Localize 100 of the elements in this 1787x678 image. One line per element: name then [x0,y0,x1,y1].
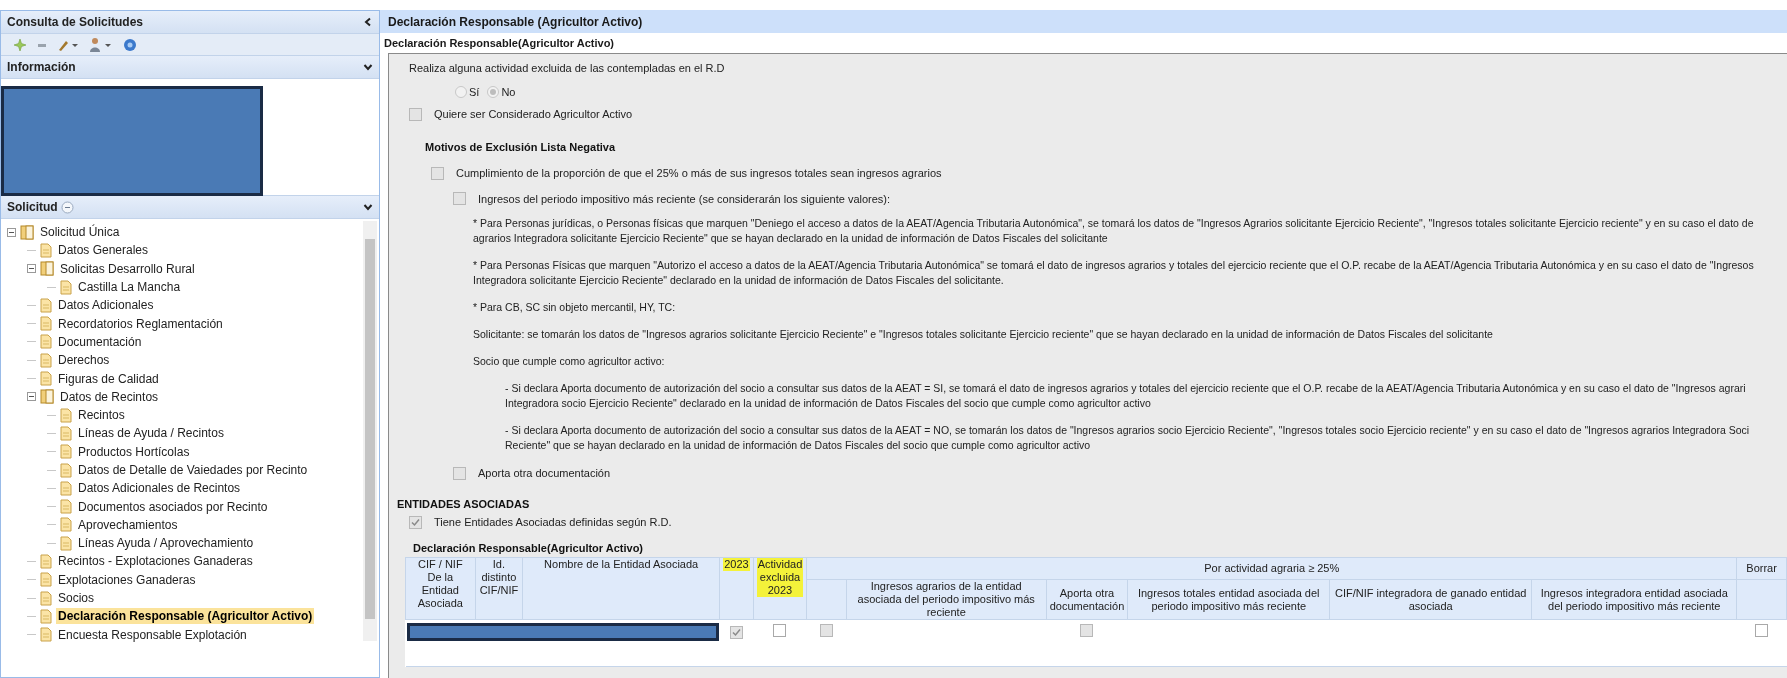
column-header: Actividad excluida 2023 [756,558,804,597]
radio-button[interactable] [455,85,467,98]
document-icon [60,407,72,423]
section-heading: Motivos de Exclusión Lista Negativa [425,139,617,155]
chevron-down-icon[interactable] [363,62,373,72]
collapse-icon[interactable] [27,264,36,274]
chevron-down-icon[interactable] [363,202,373,212]
column-header: Id. distinto CIF/NIF [478,558,520,597]
document-icon [60,444,72,460]
tree-item[interactable]: Explotaciones Ganaderas [56,571,198,588]
note-text: Socio que cumple como agricultor activo: [473,354,666,369]
tree-item[interactable]: Líneas de Ayuda / Recintos [76,425,226,442]
document-icon [40,572,52,588]
column-header: Ingresos integradora entidad asociada del periodo impositivo más reciente [1540,586,1728,612]
question-text: Realiza alguna actividad excluida de las contempladas en el R.D [409,61,726,76]
document-icon [60,480,72,496]
tree-item[interactable]: Solicitud Única [38,224,122,241]
checkbox[interactable] [409,515,422,529]
panel-title: Consulta de Solicitudes [7,14,144,31]
checkbox-label: Ingresos del periodo impositivo más reciente (se considerarán los siguiente valores): [478,191,891,207]
sparkle-icon[interactable] [13,37,27,52]
note-text: Solicitante: se tomarán los datos de "Ingresos agrarios solicitante Ejercicio Reciente" e "Ingresos totales solicitante Ejercicio reciente" que se hayan declarado en la unidad de información de Datos Fiscales del solicitante [473,327,1494,342]
radio-label: Sí [469,84,480,100]
page-title: Declaración Responsable (Agricultor Activo) [388,13,643,31]
note-text: * Para Personas Físicas que marquen "Autorizo el acceso a datos de la AEAT/Agencia Tributaria Autonómica" se tomará el dato de ingresos agrarios y totales del ejercicio reciente que el O.P. recabe de la AEAT/Agencia Tributaria Autonómica y en su caso el dato de "Ingresos Integradora solicitante Ejercicio Reciente" declarado en la unidad de información de Datos Fiscales del solicitante. [473,258,1755,288]
note-text: * Para CB, SC sin objeto mercantil, HY, TC: [473,300,677,315]
checkbox[interactable] [773,624,787,637]
tree-item[interactable]: Datos Generales [56,242,151,259]
column-header: CIF/NIF integradora de ganado entidad asociada [1335,586,1527,612]
document-icon [40,608,52,624]
column-header: Borrar [1746,562,1777,574]
column-header: Aporta otra documentación [1049,586,1125,612]
document-icon [40,590,52,606]
tree-item[interactable]: Derechos [56,352,112,369]
section-heading: ENTIDADES ASOCIADAS [397,496,531,512]
folder-icon [40,389,54,405]
column-header: CIF / NIF De la Entidad Asociada [416,558,464,610]
document-icon [40,371,52,386]
document-icon [60,535,72,551]
tree-item[interactable]: Documentación [56,333,144,350]
tree-item[interactable]: Documentos asociados por Recinto [76,498,270,515]
person-icon[interactable] [89,36,113,53]
checkbox[interactable] [453,192,466,206]
tree-item[interactable]: Declaración Responsable (Agricultor Activo) [56,608,315,625]
document-icon [60,425,72,441]
document-icon [40,334,52,350]
column-header: Nombre de la Entidad Asociada [543,558,700,571]
collapse-icon[interactable] [7,227,16,237]
document-icon [40,242,52,258]
document-icon [40,352,52,368]
checkbox-label: Quiere ser Considerado Agricultor Activo [434,107,633,122]
column-header: Ingresos totales entidad asociada del periodo impositivo más reciente [1137,586,1320,612]
column-header: 2023 [723,558,750,571]
document-icon [40,554,52,569]
tree-item[interactable]: Recordatorios Reglamentación [56,315,225,332]
note-text: * Para Personas jurídicas, o Personas físicas que marquen "Deniego el acceso a datos de la AEAT/Agencia Tributaria Autonómica", se tomará los datos de "Ingresos Agrarios solicitante Ejercicio Reciente", "Ingresos totales solicitante Ejercicio reciente" y en su caso el dato de agrarios Integradora solicitante Ejercicio Reciente" que se hayan declarado en la unidad de información de Datos Fiscales del solicitante [473,216,1755,246]
checkbox[interactable] [431,166,444,180]
checkbox-label: Tiene Entidades Asociadas definidas según R.D. [434,515,672,530]
tree-item[interactable]: Datos Adicionales [56,297,156,314]
collapse-icon[interactable] [363,17,373,27]
note-text: - Si declara Aporta documento de autorización del socio a consultar sus datos de la AEAT = SI, se tomará el dato de ingresos agrarios y totales del ejercicio reciente que el O.P. recabe de la AEAT/Agencia Tributaria Autonómica y en su caso el dato de "Ingresos agrari Integradora socio Ejercicio Reciente" declarado en la unidad de información de Datos Fiscales del socio que cumple como agricultor activo [505,381,1747,411]
tree-item[interactable]: Recintos - Explotaciones Ganaderas [56,553,255,570]
tree-item[interactable]: Datos de Recintos [58,388,161,405]
tree-item[interactable]: Líneas Ayuda / Aprovechamiento [76,535,256,552]
tree-item[interactable]: Castilla La Mancha [76,279,183,296]
checkbox[interactable] [1755,624,1769,637]
form-title: Declaración Responsable(Agricultor Activo) [384,35,615,51]
tree-item[interactable]: Datos de Detalle de Vaiedades por Recinto [76,462,310,478]
tree-item[interactable]: Aprovechamientos [76,516,180,533]
checkbox[interactable] [409,107,422,121]
scrollbar[interactable] [363,221,377,641]
info-icon[interactable] [123,37,137,52]
tree-item[interactable]: Datos Adicionales de Recintos [76,480,243,497]
tree-item[interactable]: Solicitas Desarrollo Rural [58,260,197,277]
column-header: Ingresos agrarios de la entidad asociada del periodo impositivo más reciente [857,580,1035,618]
tree-item[interactable]: Encuesta Responsable Explotación [56,626,249,643]
checkbox[interactable] [453,466,466,480]
tree-item[interactable]: Socios [56,590,97,607]
panel-title: Información [7,59,76,76]
folder-icon [40,261,54,277]
radio-button[interactable] [487,85,500,98]
document-icon [40,297,52,313]
radio-label: No [501,84,516,100]
tree-item[interactable]: Recintos [76,407,127,424]
checkbox-label: Aporta otra documentación [478,466,611,481]
column-header: Por actividad agraria ≥ 25% [1204,562,1340,574]
folder-icon [20,224,34,240]
document-icon [60,499,72,515]
document-icon [40,316,52,332]
document-icon [60,517,72,533]
document-icon [60,279,72,295]
checkbox-label: Cumplimiento de la proporción de que el 25% o más de sus ingresos totales sean ingresos agrarios [456,166,942,181]
note-text: - Si declara Aporta documento de autorización del socio a consultar sus datos de la AEAT = NO, se tomarán los datos de "Ingresos agrarios socio Ejercicio Reciente", "Ingresos totales socio Ejercicio reciente" y en su caso el dato de "Ingresos agrarios Integradora Soci Reciente" que se hayan declarado en la unidad de información de Datos Fiscales del socio que cumple como agricultor activo [505,423,1751,453]
panel-title: Solicitud [7,199,58,216]
document-icon [60,462,72,478]
collapse-icon[interactable] [27,392,36,402]
document-icon [40,627,52,643]
tree-item[interactable]: Figuras de Calidad [56,370,161,387]
tree-item[interactable]: Productos Hortícolas [76,443,192,460]
table-title: Declaración Responsable(Agricultor Activo) [413,540,645,556]
